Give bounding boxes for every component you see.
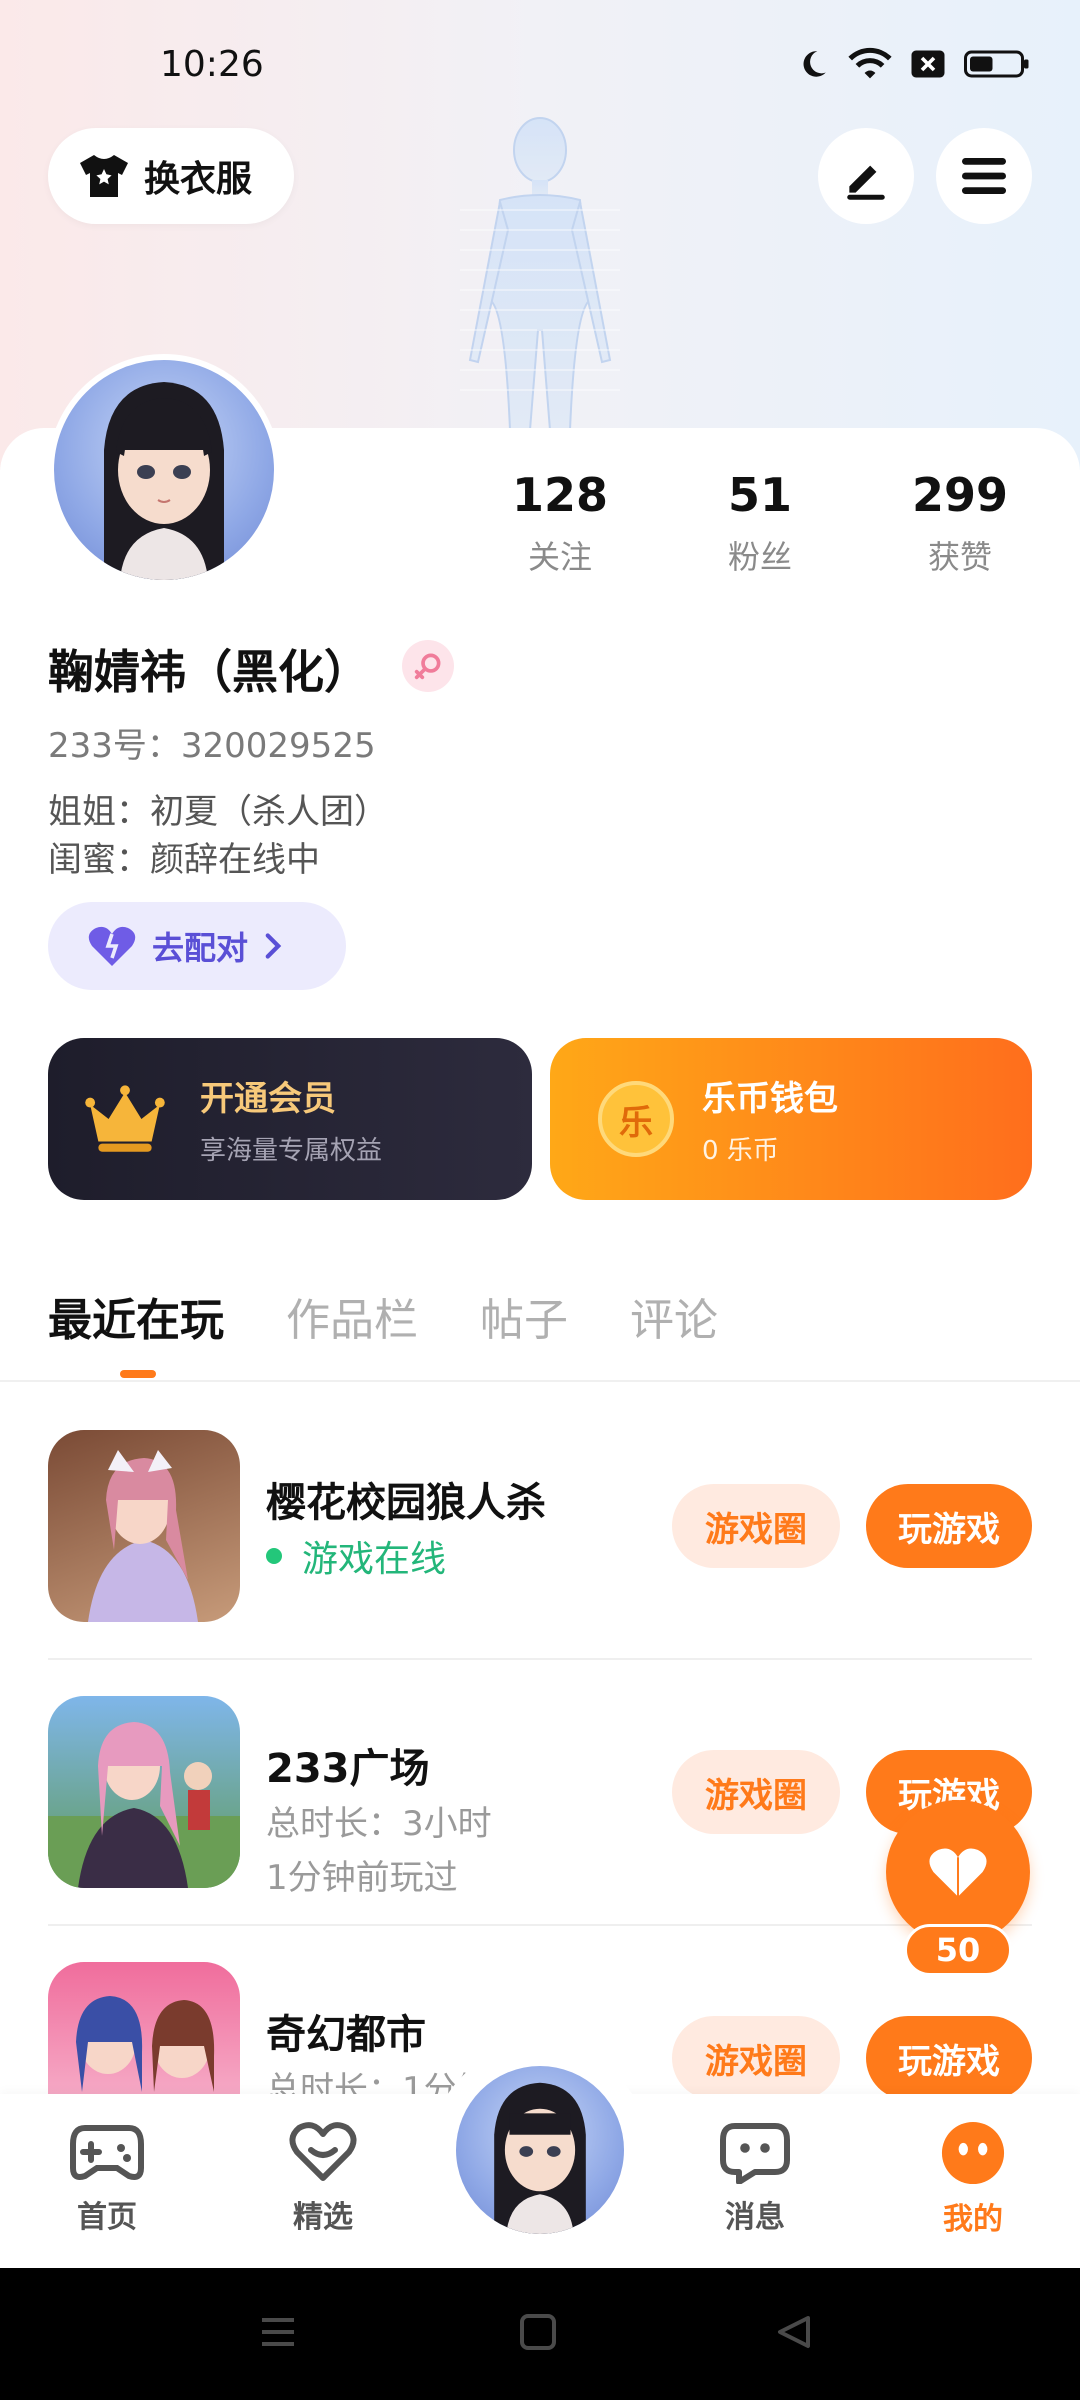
vip-title: 开通会员 bbox=[200, 1079, 336, 1119]
change-outfit-label: 换衣服 bbox=[144, 159, 253, 200]
battery-icon bbox=[964, 50, 1029, 78]
pen-icon bbox=[847, 165, 885, 200]
coin-icon: 乐 bbox=[598, 1081, 674, 1157]
list-divider bbox=[48, 1924, 1032, 1926]
heart-icon bbox=[929, 1848, 987, 1897]
stat-value: 128 bbox=[511, 468, 609, 522]
stat-following[interactable]: 128 关注 bbox=[460, 468, 660, 578]
stat-value: 51 bbox=[727, 468, 792, 522]
back-icon[interactable] bbox=[774, 2312, 814, 2352]
game-icon bbox=[48, 1696, 240, 1888]
game-name: 樱花校园狼人杀 bbox=[266, 1480, 546, 1526]
game-play-duration: 总时长：3小时 bbox=[266, 1804, 492, 1844]
online-dot bbox=[266, 1548, 282, 1564]
stat-label: 获赞 bbox=[927, 538, 992, 576]
floating-like-button[interactable] bbox=[886, 1800, 1030, 1944]
tshirt-icon bbox=[80, 155, 128, 197]
wallet-balance: 0 乐币 bbox=[702, 1136, 779, 1166]
profile-tabs: 最近在玩 作品栏 帖子 评论 bbox=[48, 1284, 718, 1348]
play-game-button[interactable]: 玩游戏 bbox=[866, 1484, 1032, 1568]
tabs-divider bbox=[0, 1380, 1080, 1382]
heart-outline-icon bbox=[289, 2122, 357, 2181]
menu-button[interactable] bbox=[936, 128, 1032, 224]
active-tab-indicator bbox=[120, 1370, 156, 1378]
play-game-button[interactable]: 玩游戏 bbox=[866, 2016, 1032, 2100]
nav-me[interactable]: 我的 bbox=[898, 2120, 1048, 2238]
tab-works[interactable]: 作品栏 bbox=[286, 1284, 418, 1348]
nav-avatar-button[interactable] bbox=[456, 2066, 624, 2234]
stat-likes[interactable]: 299 获赞 bbox=[860, 468, 1060, 578]
game-circle-button[interactable]: 游戏圈 bbox=[672, 2016, 840, 2100]
nav-featured[interactable]: 精选 bbox=[248, 2120, 398, 2236]
go-match-button[interactable]: 去配对 bbox=[48, 902, 346, 990]
game-row[interactable]: 233广场 总时长：3小时 1分钟前玩过 游戏圈 玩游戏 bbox=[48, 1696, 1032, 1898]
nav-messages[interactable]: 消息 bbox=[680, 2120, 830, 2236]
status-icons bbox=[796, 46, 1030, 82]
system-navigation-bar bbox=[0, 2268, 1080, 2400]
nav-home-label: 首页 bbox=[77, 2200, 137, 2235]
crown-icon bbox=[85, 1085, 165, 1152]
relation-bestie: 闺蜜：颜辞在线中 bbox=[48, 840, 320, 880]
profile-stats: 128 关注 51 粉丝 299 获赞 bbox=[460, 468, 1060, 578]
list-divider bbox=[48, 1658, 1032, 1660]
profile-face-icon bbox=[941, 2121, 1005, 2185]
edit-profile-button[interactable] bbox=[818, 128, 914, 224]
status-time: 10:26 bbox=[160, 44, 264, 85]
game-name: 233广场 bbox=[266, 1746, 430, 1792]
nav-me-label: 我的 bbox=[943, 2202, 1003, 2237]
avatar-hologram bbox=[460, 117, 620, 430]
coin-wallet-card[interactable]: 乐 乐币钱包 0 乐币 bbox=[550, 1038, 1032, 1200]
game-circle-button[interactable]: 游戏圈 bbox=[672, 1750, 840, 1834]
chat-icon bbox=[720, 2123, 790, 2185]
gamepad-icon bbox=[70, 2125, 144, 2180]
nav-messages-label: 消息 bbox=[725, 2200, 785, 2235]
tab-comments[interactable]: 评论 bbox=[630, 1284, 718, 1348]
wallet-title: 乐币钱包 bbox=[702, 1079, 838, 1119]
heart-icon bbox=[88, 926, 136, 966]
tab-recently-played[interactable]: 最近在玩 bbox=[48, 1284, 224, 1348]
female-gender-icon bbox=[402, 640, 454, 692]
avatar-portrait bbox=[104, 382, 224, 580]
tab-posts[interactable]: 帖子 bbox=[480, 1284, 568, 1348]
moon-icon bbox=[803, 51, 826, 77]
nav-featured-label: 精选 bbox=[293, 2200, 353, 2235]
stat-label: 关注 bbox=[527, 538, 592, 576]
user-id: 233号：320029525 bbox=[48, 726, 376, 766]
menu-icon bbox=[962, 158, 1006, 194]
go-match-label: 去配对 bbox=[152, 929, 249, 967]
game-online-status: 游戏在线 bbox=[266, 1530, 446, 1582]
like-count-badge: 50 bbox=[904, 1924, 1012, 1976]
stat-value: 299 bbox=[911, 468, 1009, 522]
user-avatar[interactable] bbox=[48, 354, 280, 586]
nav-home[interactable]: 首页 bbox=[32, 2120, 182, 2236]
wifi-icon bbox=[848, 47, 892, 79]
vip-subtitle: 享海量专属权益 bbox=[200, 1136, 383, 1166]
no-sim-icon bbox=[911, 50, 945, 78]
game-status-text: 游戏在线 bbox=[302, 1539, 447, 1580]
recents-icon[interactable] bbox=[258, 2312, 298, 2352]
vip-membership-card[interactable]: 开通会员 享海量专属权益 bbox=[48, 1038, 532, 1200]
game-last-played: 1分钟前玩过 bbox=[266, 1858, 458, 1898]
game-row[interactable]: 樱花校园狼人杀 游戏在线 游戏圈 玩游戏 bbox=[48, 1430, 1032, 1622]
game-name: 奇幻都市 bbox=[266, 2012, 426, 2058]
relation-sister: 姐姐：初夏（杀人团） bbox=[48, 792, 388, 832]
change-outfit-button[interactable]: 换衣服 bbox=[48, 128, 294, 224]
game-circle-button[interactable]: 游戏圈 bbox=[672, 1484, 840, 1568]
stat-label: 粉丝 bbox=[727, 538, 792, 576]
home-square-icon[interactable] bbox=[518, 2312, 558, 2352]
chevron-right-icon bbox=[265, 933, 282, 959]
status-bar: 10:26 bbox=[0, 0, 1080, 140]
username: 鞠婧祎（黑化） bbox=[48, 645, 370, 699]
stat-followers[interactable]: 51 粉丝 bbox=[660, 468, 860, 578]
game-icon bbox=[48, 1430, 240, 1622]
